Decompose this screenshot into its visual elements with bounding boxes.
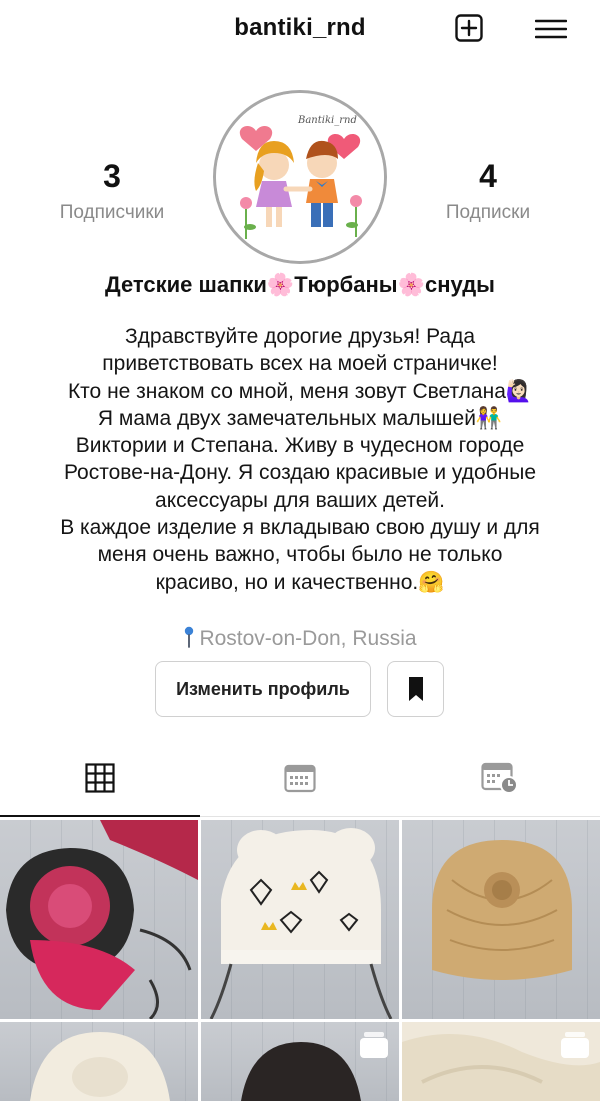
post-thumbnail[interactable] (0, 1022, 198, 1101)
bio-line: красиво, но и качественно.🤗 (155, 570, 445, 594)
post-thumbnail[interactable] (0, 820, 198, 1019)
bookmark-icon (408, 677, 423, 701)
post-thumbnail[interactable] (402, 820, 600, 1019)
followers-count: 3 (103, 158, 121, 194)
followers-stat[interactable]: 3 Подписчики (32, 158, 192, 224)
bio-line: приветствовать всех на моей страничке! (102, 352, 498, 376)
profile-username[interactable]: bantiki_rnd (0, 14, 600, 42)
post-thumbnail[interactable] (402, 1022, 600, 1101)
post-thumbnail[interactable] (201, 820, 399, 1019)
tab-grid[interactable] (0, 740, 200, 816)
profile-bio: Здравствуйте дорогие друзья! Рада привет… (20, 323, 580, 596)
profile-full-name: Детские шапки🌸Тюрбаны🌸снуды (105, 272, 495, 297)
grid-icon (85, 763, 115, 793)
avatar-illustration: Bantiki_rnd (216, 93, 384, 261)
following-count: 4 (479, 158, 497, 194)
tab-calendar[interactable] (200, 740, 400, 816)
location-text: Rostov-on-Don, Russia (199, 627, 417, 650)
bio-line: аксессуары для ваших детей. (155, 488, 445, 512)
bio-line: Кто не знаком со мной, меня зовут Светла… (67, 379, 533, 403)
followers-label: Подписчики (59, 202, 165, 223)
calendar-icon (284, 764, 316, 793)
bio-line: Я мама двух замечательных малышей👫 (97, 406, 503, 430)
plus-square-icon[interactable] (455, 14, 483, 42)
bio-line: Ростове-на-Дону. Я создаю красивые и удо… (63, 461, 537, 485)
following-stat[interactable]: 4 Подписки (408, 158, 568, 224)
active-tab-indicator (0, 815, 200, 817)
location-pin-icon (183, 626, 195, 654)
profile-location[interactable]: Rostov-on-Don, Russia (0, 626, 600, 654)
carousel-icon (359, 1030, 389, 1065)
avatar-logo-text: Bantiki_rnd (297, 115, 357, 126)
bio-line: В каждое изделие я вкладываю свою душу и… (60, 516, 540, 540)
following-label: Подписки (445, 202, 531, 223)
post-thumbnail[interactable] (201, 1022, 399, 1101)
saved-button[interactable] (387, 661, 444, 717)
carousel-icon (560, 1030, 590, 1065)
posts-grid (0, 820, 600, 1101)
avatar[interactable]: Bantiki_rnd (213, 90, 387, 264)
hamburger-menu-icon[interactable] (534, 18, 568, 40)
edit-profile-button[interactable]: Изменить профиль (155, 661, 371, 717)
bio-line: меня очень важно, чтобы было не только (97, 543, 503, 567)
profile-header: bantiki_rnd (0, 0, 600, 56)
bio-line: Виктории и Степана. Живу в чудесном горо… (75, 434, 525, 458)
calendar-clock-icon (481, 762, 518, 794)
tab-scheduled[interactable] (400, 740, 600, 816)
bio-line: Здравствуйте дорогие друзья! Рада (124, 325, 476, 348)
